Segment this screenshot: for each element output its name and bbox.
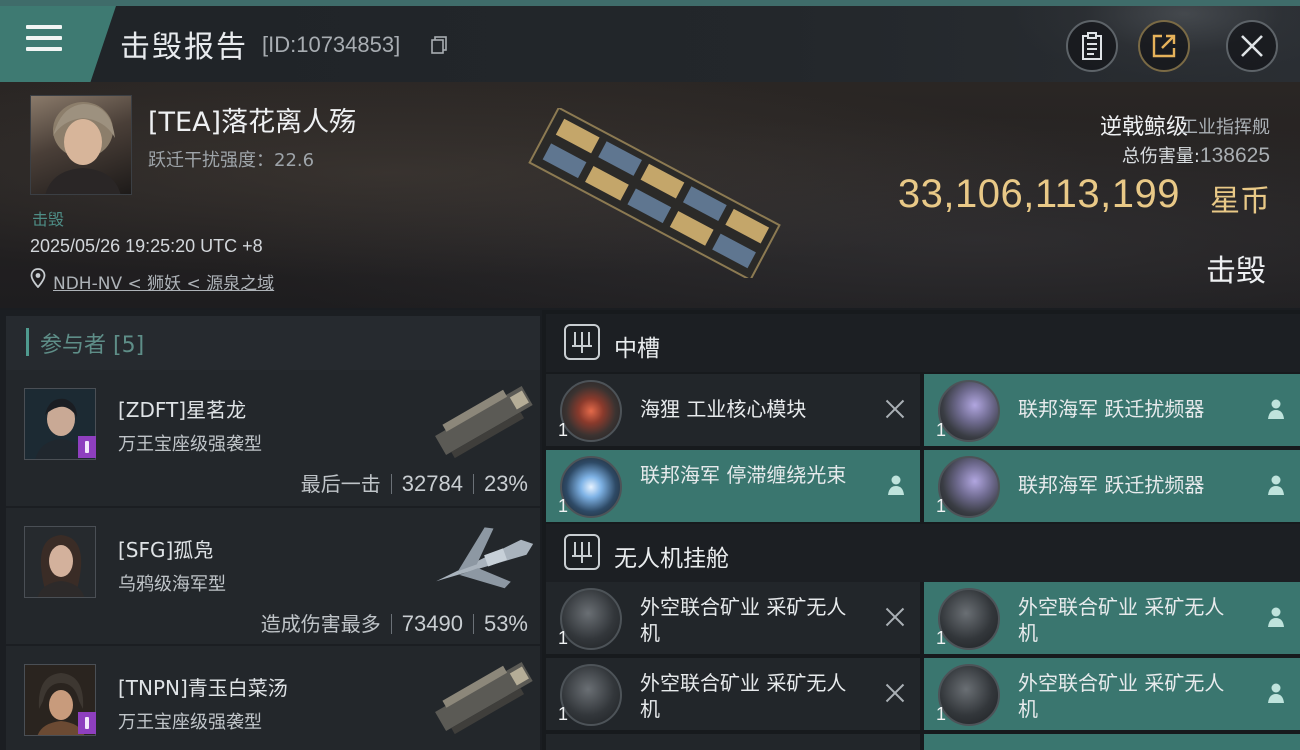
destroyed-icon bbox=[884, 398, 906, 420]
clipboard-icon bbox=[1082, 32, 1102, 60]
module-qty: 1 bbox=[558, 496, 569, 516]
drone-bay-icon bbox=[564, 534, 600, 570]
mining-drone-icon bbox=[938, 588, 1000, 650]
participant-card[interactable]: [ZDFT]星茗龙 万王宝座级强袭型 最后一击 32784 23% bbox=[6, 370, 540, 506]
module-item[interactable]: 1 联邦海军 停滞缠绕光束 bbox=[546, 450, 920, 522]
victim-ship-image bbox=[528, 108, 781, 278]
participant-percent: 53% bbox=[483, 611, 528, 636]
participant-ship-image bbox=[435, 385, 533, 459]
participant-name[interactable]: [SFG]孤凫 bbox=[118, 534, 213, 563]
drone-bay-header: 无人机挂舱 bbox=[546, 524, 1300, 582]
module-name: 联邦海军 停滞缠绕光束 bbox=[640, 463, 847, 487]
module-qty: 1 bbox=[936, 496, 947, 516]
mining-drone-icon bbox=[560, 664, 622, 726]
dropped-person-icon bbox=[1268, 475, 1284, 495]
module-name: 联邦海军 跃迁扰频器 bbox=[1018, 397, 1205, 421]
participants-title: 参与者 [5] bbox=[40, 333, 145, 358]
participant-stats: 最后一击 32784 23% bbox=[301, 468, 528, 497]
module-name: 外空联合矿业 采矿无人机 bbox=[640, 595, 847, 645]
module-qty: 1 bbox=[936, 628, 947, 648]
result-label: 击毁 bbox=[1206, 254, 1266, 289]
participant-damage: 32784 bbox=[401, 471, 463, 496]
participant-tag: 最后一击 bbox=[300, 472, 381, 496]
mining-drone-icon bbox=[560, 588, 622, 650]
participant-badge-icon bbox=[78, 712, 96, 734]
stasis-webifier-icon bbox=[560, 456, 622, 518]
status-badge: 击毁 bbox=[32, 210, 65, 229]
industrial-core-icon bbox=[560, 380, 622, 442]
module-item[interactable]: 1 海狸 工业核心模块 bbox=[546, 374, 920, 446]
victim-name[interactable]: [TEA]落花离人殇 bbox=[148, 100, 356, 139]
mid-slot-icon bbox=[564, 324, 600, 360]
participant-badge-icon bbox=[78, 436, 96, 458]
page-title: 击毁报告 bbox=[120, 30, 248, 65]
mining-drone-icon bbox=[938, 664, 1000, 726]
module-qty: 1 bbox=[558, 628, 569, 648]
copy-icon[interactable] bbox=[431, 36, 447, 54]
mid-slot-header: 中槽 bbox=[546, 314, 1300, 372]
module-name: 外空联合矿业 采矿无人机 bbox=[1018, 671, 1225, 721]
participant-tag: 造成伤害最多 bbox=[260, 612, 381, 636]
participant-ship: 万王宝座级强袭型 bbox=[118, 712, 262, 733]
module-item[interactable]: 1 外空联合矿业 采矿无人机 bbox=[546, 658, 920, 730]
module-item[interactable] bbox=[924, 734, 1300, 750]
module-item[interactable]: 1 联邦海军 跃迁扰频器 bbox=[924, 374, 1300, 446]
isk-unit: 星币 bbox=[1210, 184, 1270, 219]
module-name: 外空联合矿业 采矿无人机 bbox=[1018, 595, 1225, 645]
module-qty: 1 bbox=[936, 420, 947, 440]
menu-icon bbox=[26, 25, 62, 55]
module-item[interactable]: 1 外空联合矿业 采矿无人机 bbox=[924, 582, 1300, 654]
participant-name[interactable]: [TNPN]青玉白菜汤 bbox=[118, 672, 288, 701]
participant-damage: 73490 bbox=[401, 611, 463, 636]
module-qty: 1 bbox=[936, 704, 947, 724]
warp-scrambler-icon bbox=[938, 380, 1000, 442]
participant-percent: 23% bbox=[483, 471, 528, 496]
participant-card[interactable]: [TNPN]青玉白菜汤 万王宝座级强袭型 bbox=[6, 646, 540, 750]
share-icon bbox=[1152, 34, 1176, 58]
destroyed-icon bbox=[884, 606, 906, 628]
dropped-person-icon bbox=[1268, 607, 1284, 627]
dropped-person-icon bbox=[1268, 683, 1284, 703]
clipboard-button[interactable] bbox=[1066, 20, 1118, 72]
close-icon bbox=[1241, 35, 1263, 57]
module-item[interactable]: 1 外空联合矿业 采矿无人机 bbox=[924, 658, 1300, 730]
participant-ship-image bbox=[436, 527, 534, 589]
warp-scrambler-icon bbox=[938, 456, 1000, 518]
dropped-person-icon bbox=[888, 475, 904, 495]
participant-avatar[interactable] bbox=[24, 526, 96, 598]
location-pin-icon bbox=[30, 268, 46, 288]
module-item[interactable]: 1 外空联合矿业 采矿无人机 bbox=[546, 582, 920, 654]
victim-portrait[interactable] bbox=[30, 95, 132, 195]
report-id: [ID:10734853] bbox=[262, 32, 401, 57]
participant-ship: 万王宝座级强袭型 bbox=[118, 434, 262, 455]
close-button[interactable] bbox=[1226, 20, 1278, 72]
destroyed-icon bbox=[884, 682, 906, 704]
participant-ship-image bbox=[435, 661, 533, 735]
module-name: 外空联合矿业 采矿无人机 bbox=[640, 671, 847, 721]
victim-ship-class[interactable]: 逆戟鲸级 bbox=[1100, 109, 1188, 141]
scram-strength: 跃迁干扰强度：22.6 bbox=[148, 150, 315, 171]
participant-card[interactable]: [SFG]孤凫 乌鸦级海军型 造成伤害最多 73490 53% bbox=[6, 508, 540, 644]
mid-slot-title: 中槽 bbox=[614, 336, 660, 362]
total-damage: 总伤害量:138625 bbox=[1122, 142, 1270, 168]
damage-value: 138625 bbox=[1199, 144, 1270, 167]
kill-timestamp: 2025/05/26 19:25:20 UTC +8 bbox=[30, 236, 263, 256]
damage-label: 总伤害量: bbox=[1121, 146, 1200, 167]
isk-value: 33,106,113,199 bbox=[897, 172, 1180, 216]
participant-stats: 造成伤害最多 73490 53% bbox=[261, 608, 528, 637]
participant-ship: 乌鸦级海军型 bbox=[118, 574, 226, 595]
share-button[interactable] bbox=[1138, 20, 1190, 72]
location-link[interactable]: NDH-NV < 狮妖 < 源泉之域 bbox=[53, 269, 274, 294]
module-name: 联邦海军 跃迁扰频器 bbox=[1018, 473, 1205, 497]
module-name: 海狸 工业核心模块 bbox=[640, 397, 807, 421]
drone-bay-title: 无人机挂舱 bbox=[614, 546, 729, 572]
module-qty: 1 bbox=[558, 420, 569, 440]
module-item[interactable]: 1 联邦海军 跃迁扰频器 bbox=[924, 450, 1300, 522]
participant-name[interactable]: [ZDFT]星茗龙 bbox=[118, 394, 246, 423]
dropped-person-icon bbox=[1268, 399, 1284, 419]
victim-ship-role: 工业指挥舰 bbox=[1180, 117, 1270, 138]
module-item[interactable] bbox=[546, 734, 920, 750]
module-qty: 1 bbox=[558, 704, 569, 724]
